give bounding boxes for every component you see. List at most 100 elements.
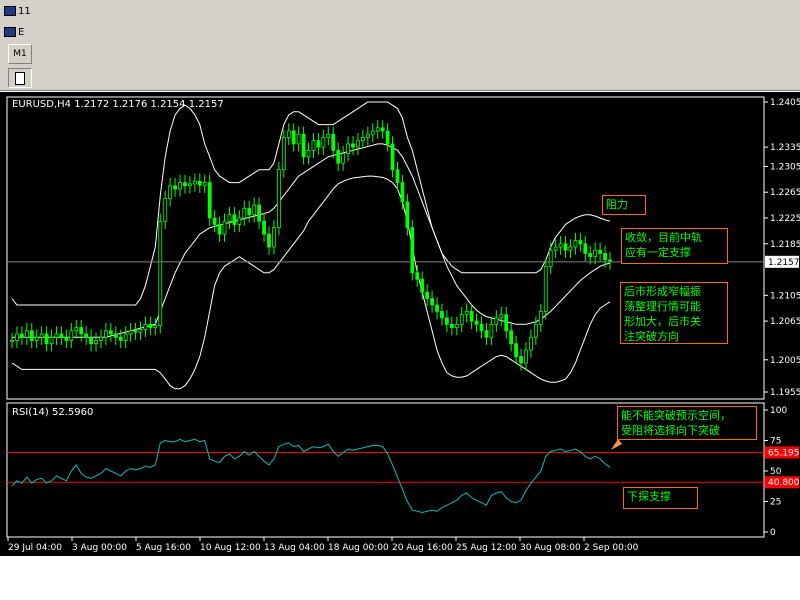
title-row: 11	[0, 0, 800, 23]
candle-body	[568, 246, 573, 251]
price-tick-label: 1.2305	[770, 162, 800, 172]
timeframe-m1-button[interactable]: M1	[8, 44, 32, 64]
candle-body	[94, 340, 98, 345]
candle-body	[514, 343, 518, 357]
candle-body	[158, 220, 163, 327]
candle-body	[331, 133, 336, 151]
candle-body	[222, 220, 227, 235]
candle-body	[356, 140, 360, 148]
time-tick-label: 5 Aug 16:00	[136, 543, 191, 553]
price-tick-label: 1.2225	[770, 214, 800, 224]
window-title[interactable]: 11	[4, 2, 34, 20]
candle-body	[563, 243, 568, 251]
candle-body	[183, 182, 187, 187]
subwindow-row: E	[0, 22, 800, 43]
rsi-tick-label: 100	[770, 406, 787, 416]
candle-body	[178, 182, 182, 190]
candle-body	[449, 323, 454, 328]
rsi-level-label: 40.800	[768, 478, 800, 488]
candle-body	[351, 143, 355, 148]
rsi-tick-label: 25	[770, 498, 781, 508]
candle-body	[148, 323, 153, 328]
candle-body	[326, 133, 331, 138]
candle-body	[474, 320, 479, 325]
candle-body	[346, 143, 350, 154]
candle-body	[484, 330, 489, 338]
candle-body	[400, 182, 405, 203]
candle-body	[281, 137, 286, 171]
candle-body	[252, 204, 257, 216]
candle-body	[272, 227, 276, 248]
rsi-support-note: 下探支撑	[623, 487, 698, 509]
timeframe-toolbar: M1	[0, 42, 800, 67]
symbol-header: EURUSD,H4 1.2172 1.2176 1.2154 1.2157	[12, 99, 224, 110]
price-tick-label: 1.2105	[770, 291, 800, 301]
new-document-icon	[15, 71, 25, 85]
candle-body	[593, 249, 598, 258]
candle-body	[10, 340, 14, 342]
candle-body	[341, 153, 346, 164]
candle-body	[64, 336, 69, 341]
candle-body	[435, 304, 439, 312]
candle-body	[19, 333, 24, 338]
candle-body	[291, 130, 296, 145]
candle-body	[306, 149, 311, 158]
candle-body	[39, 333, 44, 338]
chart-window-icon	[4, 6, 16, 16]
candle-body	[365, 133, 370, 138]
candle-body	[217, 224, 222, 235]
candle-body	[479, 323, 484, 332]
candle-body	[242, 207, 247, 219]
current-price-label: 1.2157	[768, 258, 800, 268]
subwindow-title[interactable]: E	[4, 23, 34, 41]
rsi-tick-label: 50	[770, 467, 782, 477]
time-tick-label: 3 Aug 00:00	[72, 543, 127, 553]
candle-body	[459, 314, 464, 325]
candle-body	[49, 336, 54, 345]
candle-body	[519, 356, 523, 364]
candle-body	[440, 311, 444, 319]
rsi-level-label: 65.195	[768, 448, 800, 458]
candle-body	[430, 298, 434, 306]
candle-body	[24, 330, 29, 338]
candle-body	[168, 185, 173, 200]
candle-body	[74, 327, 79, 332]
candle-body	[494, 317, 499, 325]
candle-body	[469, 311, 474, 322]
candle-body	[301, 133, 306, 158]
candle-body	[79, 327, 84, 335]
candle-body	[143, 323, 148, 330]
price-tick-label: 1.2405	[770, 98, 800, 108]
candle-body	[44, 333, 49, 345]
subwindow-icon	[4, 27, 16, 37]
candle-body	[336, 149, 341, 164]
time-tick-label: 20 Aug 16:00	[392, 543, 453, 553]
candle-body	[89, 336, 93, 345]
candle-body	[197, 180, 202, 186]
candle-body	[548, 249, 553, 267]
time-tick-label: 10 Aug 12:00	[200, 543, 261, 553]
time-tick-label: 25 Aug 12:00	[456, 543, 517, 553]
time-tick-label: 29 Jul 04:00	[8, 543, 62, 553]
candle-body	[153, 325, 158, 328]
candle-body	[99, 336, 103, 341]
candle-body	[529, 336, 533, 351]
candle-body	[395, 169, 400, 183]
candle-body	[138, 329, 143, 333]
candle-body	[84, 333, 89, 338]
candle-body	[588, 253, 593, 258]
new-chart-button[interactable]	[8, 68, 32, 88]
price-tick-label: 1.2265	[770, 188, 800, 198]
candle-body	[212, 217, 217, 225]
candle-body	[380, 127, 385, 132]
time-tick-label: 2 Sep 00:00	[584, 543, 639, 553]
candle-body	[321, 137, 326, 148]
candle-body	[54, 333, 59, 338]
resistance-note: 阻力	[602, 195, 646, 215]
window-title-text: 11	[18, 5, 31, 17]
candle-body	[247, 207, 252, 216]
candle-body	[578, 240, 583, 245]
mid-band-support-note: 收敛，目前中轨 应有一定支撑	[621, 228, 728, 264]
candle-body	[207, 182, 212, 219]
candle-body	[188, 183, 192, 187]
